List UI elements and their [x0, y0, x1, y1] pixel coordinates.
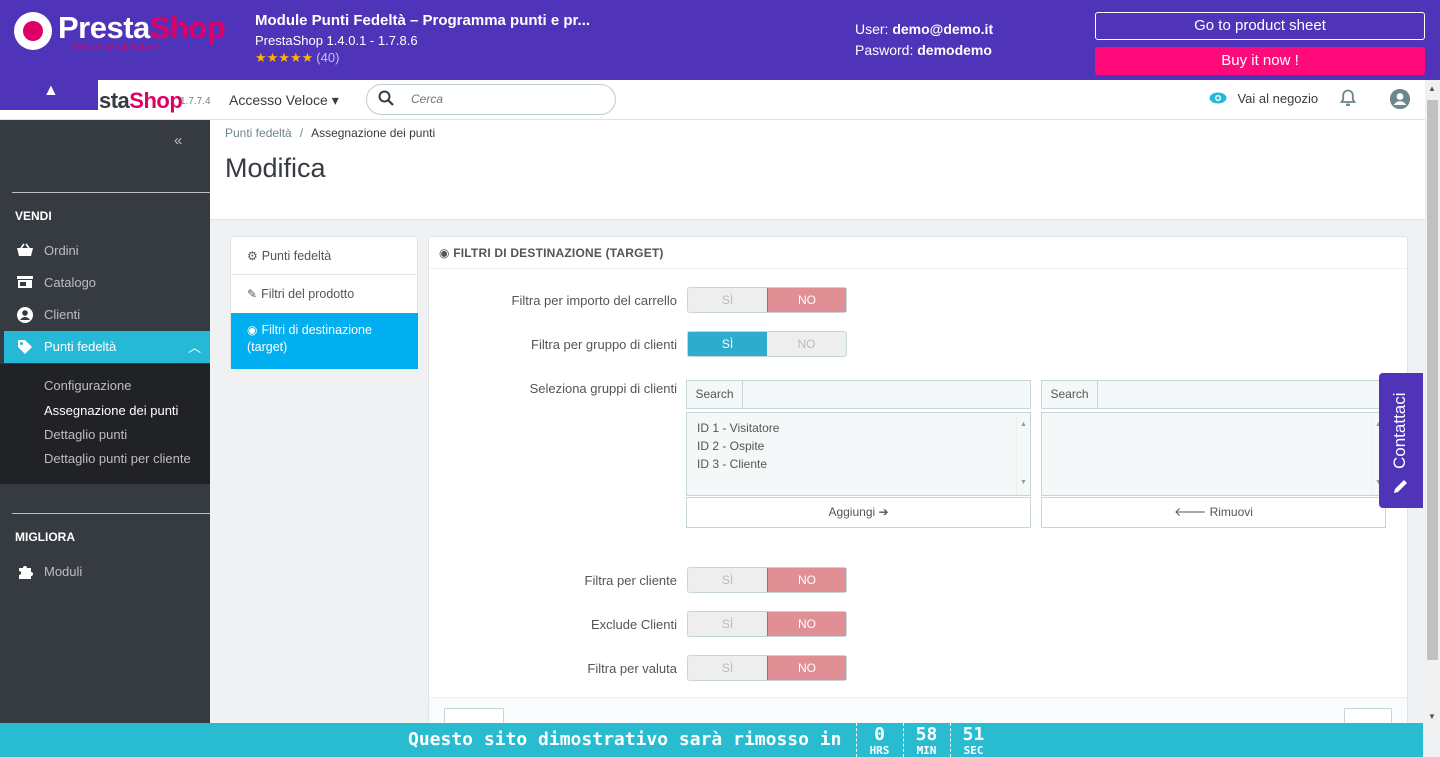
contact-label: Contattaci: [1390, 392, 1409, 469]
customer-filter-switch[interactable]: SÌ NO: [687, 567, 847, 593]
countdown-message: Questo sito dimostrativo sarà rimosso in: [408, 729, 842, 750]
tab-target-filters[interactable]: ◉ Filtri di destinazione (target): [231, 313, 418, 369]
demo-password: Pasword: demodemo: [855, 42, 992, 58]
field-label: Seleziona gruppi di clienti: [529, 381, 677, 396]
account-circle-icon: [16, 307, 34, 323]
list-item[interactable]: ID 3 - Cliente: [697, 455, 1020, 473]
rating-stars: ★★★★★ (40): [255, 50, 340, 65]
puzzle-icon: [16, 564, 34, 580]
field-label: Filtra per valuta: [587, 661, 677, 676]
globe-icon: ◉: [247, 323, 258, 337]
loyalty-submenu: Configurazione Assegnazione dei punti De…: [0, 364, 210, 484]
field-label: Filtra per importo del carrello: [511, 293, 677, 308]
edit-icon: ✎: [247, 287, 258, 301]
pencil-icon: [1392, 477, 1410, 500]
quick-access-dropdown[interactable]: Accesso Veloce ▾: [229, 92, 339, 109]
chevron-up-icon: ▲: [43, 82, 59, 99]
admin-header: staShop ▲ 1.7.7.4 Accesso Veloce ▾ Vai a…: [0, 80, 1425, 120]
currency-filter-switch[interactable]: SÌ NO: [687, 655, 847, 681]
sidebar-item-orders[interactable]: Ordini: [0, 235, 210, 267]
customer-group-filter-switch[interactable]: SÌ NO: [687, 331, 847, 357]
tab-loyalty-points[interactable]: ⚙ Punti fedeltà: [231, 237, 418, 275]
globe-icon: ◉: [439, 246, 450, 260]
contact-tab[interactable]: Contattaci: [1379, 373, 1423, 508]
search-input[interactable]: [411, 92, 601, 106]
countdown-seconds: 51 SEC: [950, 723, 996, 757]
puffin-logo-icon: [14, 12, 52, 50]
selected-search[interactable]: Search: [1041, 380, 1386, 409]
cart-amount-filter-switch[interactable]: SÌ NO: [687, 287, 847, 313]
eye-icon: [1209, 90, 1231, 107]
scroll-thumb[interactable]: [1427, 100, 1438, 660]
scroll-up-icon[interactable]: ▲: [1428, 84, 1436, 93]
search-box[interactable]: [366, 84, 616, 115]
account-icon[interactable]: [1390, 89, 1410, 109]
search-icon: [378, 90, 394, 110]
module-title: Module Punti Fedeltà – Programma punti e…: [255, 12, 591, 29]
exclude-customers-switch[interactable]: SÌ NO: [687, 611, 847, 637]
list-item[interactable]: ID 1 - Visitatore: [697, 419, 1020, 437]
promo-collapse-tab[interactable]: ▲: [0, 80, 98, 110]
view-shop-link[interactable]: Vai al negozio: [1209, 90, 1318, 108]
chevron-up-icon: ︿: [188, 340, 202, 355]
countdown-hours: 0 HRS: [856, 723, 902, 757]
admin-brand[interactable]: staShop: [99, 88, 183, 114]
breadcrumb-current: Assegnazione dei punti: [311, 126, 436, 140]
page-header: Punti fedeltà / Assegnazione dei punti Mod…: [210, 120, 1425, 220]
sidebar-item-customers[interactable]: Clienti: [0, 299, 210, 331]
field-label: Filtra per cliente: [584, 573, 677, 588]
demo-countdown-bar: Questo sito dimostrativo sarà rimosso in…: [0, 723, 1423, 757]
promo-bar: PrestaShop Addons Marketplace Module Pun…: [0, 0, 1440, 80]
sidebar-item-modules[interactable]: Moduli: [0, 556, 210, 588]
page-title: Modifica: [225, 153, 326, 183]
countdown-minutes: 58 MIN: [903, 723, 949, 757]
store-icon: [16, 275, 34, 291]
remove-group-button[interactable]: 🡐 Rimuovi: [1041, 497, 1386, 528]
tab-product-filters[interactable]: ✎ Filtri del prodotto: [231, 275, 418, 313]
collapse-sidebar-icon[interactable]: «: [174, 132, 182, 149]
form-tabs: ⚙ Punti fedeltà ✎ Filtri del prodotto ◉ Fil…: [230, 236, 418, 369]
rating-count: (40): [316, 50, 340, 65]
tag-icon: [16, 339, 34, 355]
basket-icon: [16, 243, 34, 259]
breadcrumb: Punti fedeltà / Assegnazione dei punti: [225, 126, 436, 140]
demo-user: User: demo@demo.it: [855, 21, 994, 37]
submenu-points-detail[interactable]: Dettaglio punti: [44, 427, 127, 442]
list-scrollbar[interactable]: [1016, 413, 1030, 495]
available-groups-list[interactable]: ID 1 - Visitatore ID 2 - Ospite ID 3 - C…: [686, 412, 1031, 496]
panel-footer: [429, 697, 1407, 728]
module-version: PrestaShop 1.4.0.1 - 1.7.8.6: [255, 33, 418, 48]
submenu-points-assignment[interactable]: Assegnazione dei punti: [44, 403, 178, 418]
sidebar-item-loyalty-points[interactable]: Punti fedeltà ︿: [0, 331, 210, 363]
section-sell: VENDI: [15, 209, 52, 223]
breadcrumb-item[interactable]: Punti fedeltà: [225, 126, 292, 140]
prestashop-addons-logo[interactable]: PrestaShop Addons Marketplace: [14, 10, 234, 54]
list-item[interactable]: ID 2 - Ospite: [697, 437, 1020, 455]
logo-subtitle: Addons Marketplace: [72, 42, 160, 52]
buy-button[interactable]: Buy it now !: [1095, 47, 1425, 75]
scroll-down-icon[interactable]: ▼: [1428, 712, 1436, 721]
cogs-icon: ⚙: [247, 249, 258, 263]
panel-heading: ◉ FILTRI DI DESTINAZIONE (TARGET): [429, 237, 1407, 269]
admin-version: 1.7.7.4: [180, 96, 211, 107]
section-improve: MIGLIORA: [15, 530, 75, 544]
selected-groups-list[interactable]: [1041, 412, 1386, 496]
bell-icon[interactable]: [1339, 89, 1357, 112]
sidebar-item-catalog[interactable]: Catalogo: [0, 267, 210, 299]
submenu-points-per-customer[interactable]: Dettaglio punti per cliente: [44, 451, 191, 466]
submenu-configuration[interactable]: Configurazione: [44, 378, 131, 393]
available-search[interactable]: Search: [686, 380, 1031, 409]
divider: [12, 513, 210, 514]
add-group-button[interactable]: Aggiungi ➔: [686, 497, 1031, 528]
field-label: Filtra per gruppo di clienti: [531, 337, 677, 352]
product-sheet-button[interactable]: Go to product sheet: [1095, 12, 1425, 40]
target-filters-panel: ◉ FILTRI DI DESTINAZIONE (TARGET) Filtra…: [428, 236, 1408, 728]
divider: [12, 192, 210, 193]
sidebar: « VENDI Ordini Catalogo Clienti Punti fe…: [0, 120, 210, 723]
page-scrollbar[interactable]: ▲ ▼: [1425, 80, 1440, 723]
field-label: Exclude Clienti: [591, 617, 677, 632]
